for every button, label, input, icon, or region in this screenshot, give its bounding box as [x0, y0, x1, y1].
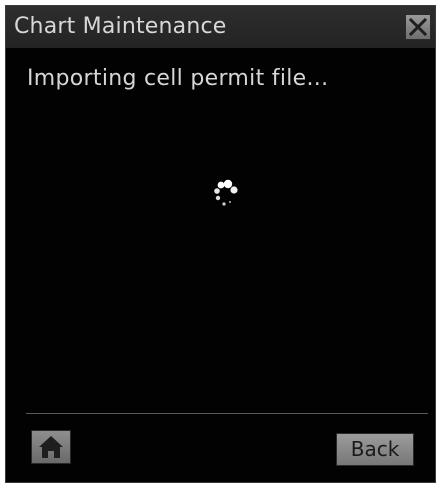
chart-maintenance-dialog: Chart Maintenance Importing cell permit … [5, 5, 436, 483]
footer-divider [26, 413, 428, 414]
loading-spinner-icon [202, 172, 242, 212]
status-message: Importing cell permit file... [27, 66, 329, 91]
close-button[interactable] [405, 14, 431, 40]
title-bar: Chart Maintenance [6, 6, 435, 48]
home-button[interactable] [31, 430, 71, 464]
close-icon [409, 18, 427, 36]
back-button[interactable]: Back [336, 433, 414, 466]
dialog-title: Chart Maintenance [14, 14, 227, 39]
home-icon [39, 436, 63, 458]
